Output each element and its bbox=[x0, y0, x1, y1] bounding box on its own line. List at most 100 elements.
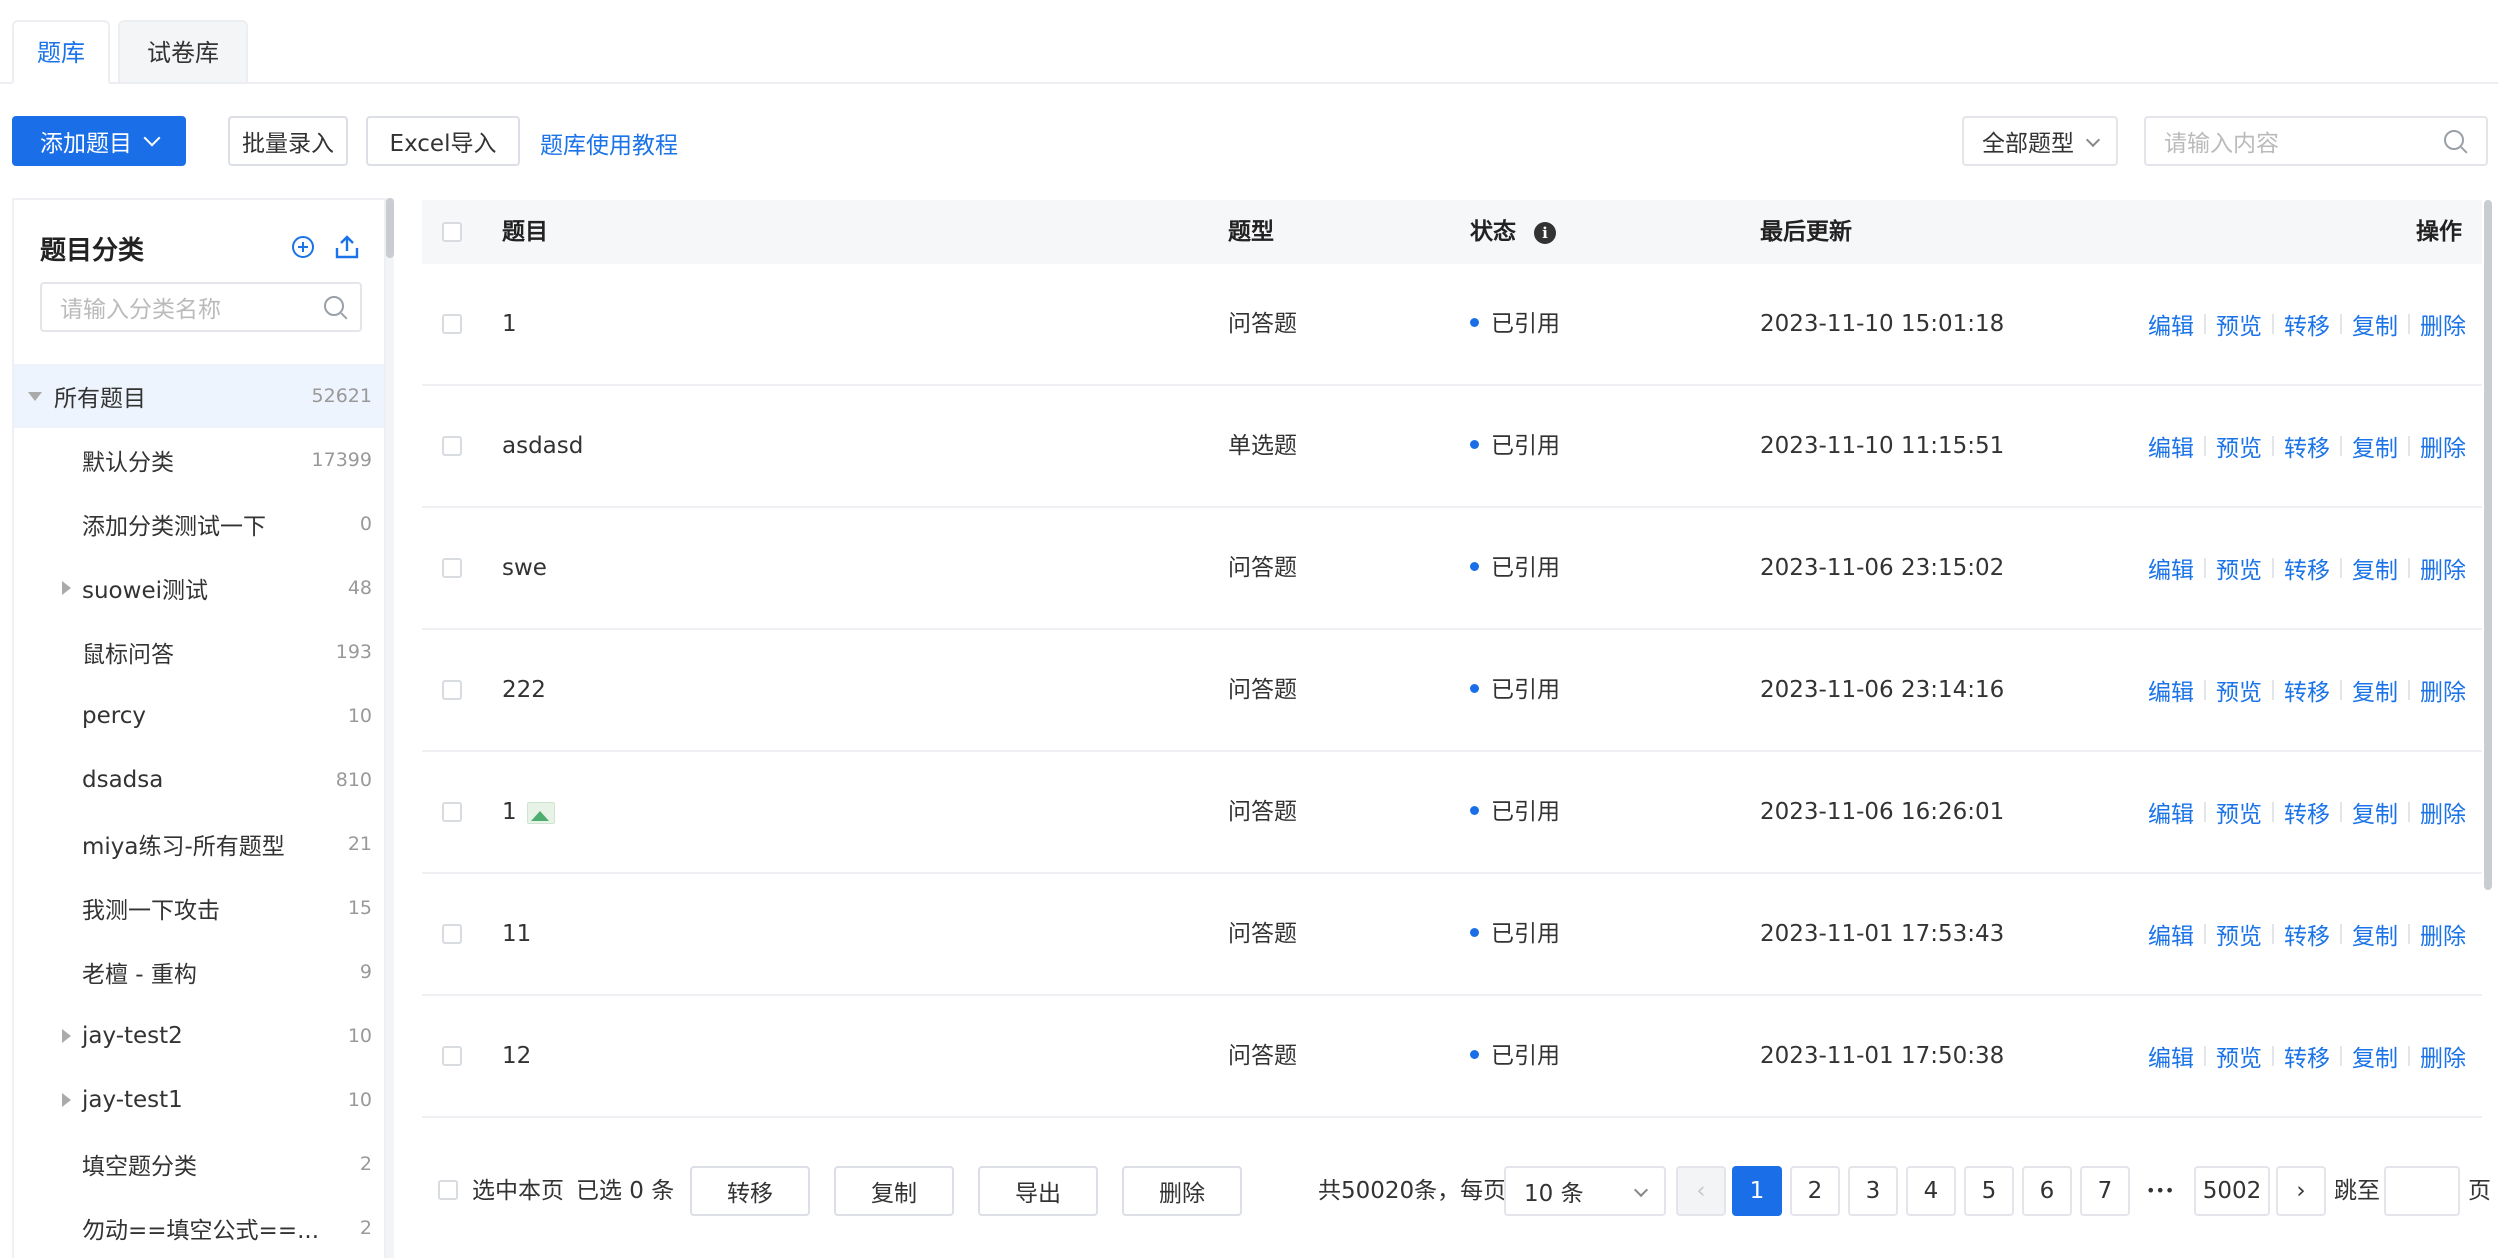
edit-link[interactable]: 编辑 bbox=[2148, 429, 2194, 463]
prev-page-button[interactable]: ‹ bbox=[1676, 1166, 1726, 1216]
preview-link[interactable]: 预览 bbox=[2216, 307, 2262, 341]
copy-link[interactable]: 复制 bbox=[2352, 795, 2398, 829]
delete-link[interactable]: 删除 bbox=[2420, 307, 2466, 341]
page-size-select[interactable]: 10 条 bbox=[1504, 1166, 1666, 1216]
row-title[interactable]: 1 bbox=[502, 752, 555, 872]
row-checkbox[interactable] bbox=[442, 1046, 462, 1066]
delete-link[interactable]: 删除 bbox=[2420, 429, 2466, 463]
sidebar-item[interactable]: percy 10 bbox=[14, 684, 384, 748]
preview-link[interactable]: 预览 bbox=[2216, 1039, 2262, 1073]
bulk-delete-button[interactable]: 删除 bbox=[1122, 1166, 1242, 1216]
sidebar-item[interactable]: 填空题分类 2 bbox=[14, 1132, 384, 1196]
sidebar-item[interactable]: miya练习-所有题型 21 bbox=[14, 812, 384, 876]
row-checkbox[interactable] bbox=[442, 680, 462, 700]
select-page-checkbox[interactable] bbox=[438, 1180, 458, 1200]
page-6[interactable]: 6 bbox=[2022, 1166, 2072, 1216]
preview-link[interactable]: 预览 bbox=[2216, 673, 2262, 707]
tab-paper-bank[interactable]: 试卷库 bbox=[118, 20, 248, 82]
copy-link[interactable]: 复制 bbox=[2352, 1039, 2398, 1073]
page-4[interactable]: 4 bbox=[1906, 1166, 1956, 1216]
search-icon[interactable] bbox=[324, 296, 344, 316]
row-title[interactable]: 1 bbox=[502, 264, 517, 384]
next-page-button[interactable]: › bbox=[2276, 1166, 2326, 1216]
copy-link[interactable]: 复制 bbox=[2352, 429, 2398, 463]
sidebar-item[interactable]: 我测一下攻击 15 bbox=[14, 876, 384, 940]
preview-link[interactable]: 预览 bbox=[2216, 917, 2262, 951]
transfer-link[interactable]: 转移 bbox=[2284, 917, 2330, 951]
caret-right-icon[interactable] bbox=[62, 581, 71, 595]
add-category-icon[interactable] bbox=[292, 236, 314, 258]
copy-link[interactable]: 复制 bbox=[2352, 917, 2398, 951]
caret-right-icon[interactable] bbox=[62, 1029, 71, 1043]
pagination-ellipsis[interactable]: ••• bbox=[2146, 1166, 2174, 1216]
content-search-input[interactable]: 请输入内容 bbox=[2144, 116, 2488, 166]
sidebar-item[interactable]: 勿动==填空公式==... 2 bbox=[14, 1196, 384, 1258]
page-1[interactable]: 1 bbox=[1732, 1166, 1782, 1216]
info-icon[interactable]: i bbox=[1534, 221, 1557, 244]
row-checkbox[interactable] bbox=[442, 314, 462, 334]
edit-link[interactable]: 编辑 bbox=[2148, 307, 2194, 341]
row-title[interactable]: 11 bbox=[502, 874, 531, 994]
edit-link[interactable]: 编辑 bbox=[2148, 1039, 2194, 1073]
copy-link[interactable]: 复制 bbox=[2352, 673, 2398, 707]
sidebar-item-all[interactable]: 所有题目 52621 bbox=[14, 364, 384, 428]
search-icon[interactable] bbox=[2444, 130, 2464, 150]
sidebar-item[interactable]: jay-test2 10 bbox=[14, 1004, 384, 1068]
sidebar-item[interactable]: 鼠标问答 193 bbox=[14, 620, 384, 684]
preview-link[interactable]: 预览 bbox=[2216, 429, 2262, 463]
sidebar-item-default[interactable]: 默认分类 17399 bbox=[14, 428, 384, 492]
transfer-link[interactable]: 转移 bbox=[2284, 673, 2330, 707]
row-title[interactable]: 222 bbox=[502, 630, 546, 750]
tutorial-link[interactable]: 题库使用教程 bbox=[540, 126, 678, 160]
transfer-link[interactable]: 转移 bbox=[2284, 795, 2330, 829]
add-question-button[interactable]: 添加题目 bbox=[12, 116, 186, 166]
delete-link[interactable]: 删除 bbox=[2420, 795, 2466, 829]
page-last[interactable]: 5002 bbox=[2194, 1166, 2270, 1216]
question-type-select[interactable]: 全部题型 bbox=[1962, 116, 2118, 166]
sidebar-item[interactable]: 老檀 - 重构 9 bbox=[14, 940, 384, 1004]
preview-link[interactable]: 预览 bbox=[2216, 551, 2262, 585]
row-checkbox[interactable] bbox=[442, 558, 462, 578]
page-5[interactable]: 5 bbox=[1964, 1166, 2014, 1216]
bulk-copy-button[interactable]: 复制 bbox=[834, 1166, 954, 1216]
caret-down-icon[interactable] bbox=[28, 392, 42, 401]
bulk-transfer-button[interactable]: 转移 bbox=[690, 1166, 810, 1216]
row-checkbox[interactable] bbox=[442, 802, 462, 822]
transfer-link[interactable]: 转移 bbox=[2284, 307, 2330, 341]
row-title[interactable]: 12 bbox=[502, 996, 531, 1116]
bulk-export-button[interactable]: 导出 bbox=[978, 1166, 1098, 1216]
row-checkbox[interactable] bbox=[442, 924, 462, 944]
transfer-link[interactable]: 转移 bbox=[2284, 429, 2330, 463]
category-search-input[interactable]: 请输入分类名称 bbox=[40, 282, 362, 332]
page-2[interactable]: 2 bbox=[1790, 1166, 1840, 1216]
delete-link[interactable]: 删除 bbox=[2420, 551, 2466, 585]
row-title[interactable]: swe bbox=[502, 508, 547, 628]
select-all-checkbox[interactable] bbox=[442, 222, 462, 242]
delete-link[interactable]: 删除 bbox=[2420, 1039, 2466, 1073]
sidebar-item[interactable]: jay-test1 10 bbox=[14, 1068, 384, 1132]
jump-page-input[interactable] bbox=[2384, 1166, 2460, 1216]
preview-link[interactable]: 预览 bbox=[2216, 795, 2262, 829]
edit-link[interactable]: 编辑 bbox=[2148, 551, 2194, 585]
sidebar-scrollbar[interactable] bbox=[386, 198, 394, 258]
edit-link[interactable]: 编辑 bbox=[2148, 673, 2194, 707]
excel-import-button[interactable]: Excel导入 bbox=[366, 116, 520, 166]
page-3[interactable]: 3 bbox=[1848, 1166, 1898, 1216]
transfer-link[interactable]: 转移 bbox=[2284, 1039, 2330, 1073]
table-scrollbar[interactable] bbox=[2484, 200, 2492, 890]
sidebar-item[interactable]: 添加分类测试一下 0 bbox=[14, 492, 384, 556]
sidebar-item[interactable]: suowei测试 48 bbox=[14, 556, 384, 620]
page-7[interactable]: 7 bbox=[2080, 1166, 2130, 1216]
edit-link[interactable]: 编辑 bbox=[2148, 917, 2194, 951]
caret-right-icon[interactable] bbox=[62, 1093, 71, 1107]
tab-question-bank[interactable]: 题库 bbox=[12, 20, 110, 84]
row-checkbox[interactable] bbox=[442, 436, 462, 456]
copy-link[interactable]: 复制 bbox=[2352, 551, 2398, 585]
edit-link[interactable]: 编辑 bbox=[2148, 795, 2194, 829]
sidebar-item[interactable]: dsadsa 810 bbox=[14, 748, 384, 812]
upload-icon[interactable] bbox=[334, 234, 360, 260]
batch-entry-button[interactable]: 批量录入 bbox=[228, 116, 348, 166]
row-title[interactable]: asdasd bbox=[502, 386, 583, 506]
delete-link[interactable]: 删除 bbox=[2420, 917, 2466, 951]
select-page-label[interactable]: 选中本页 bbox=[472, 1166, 564, 1216]
